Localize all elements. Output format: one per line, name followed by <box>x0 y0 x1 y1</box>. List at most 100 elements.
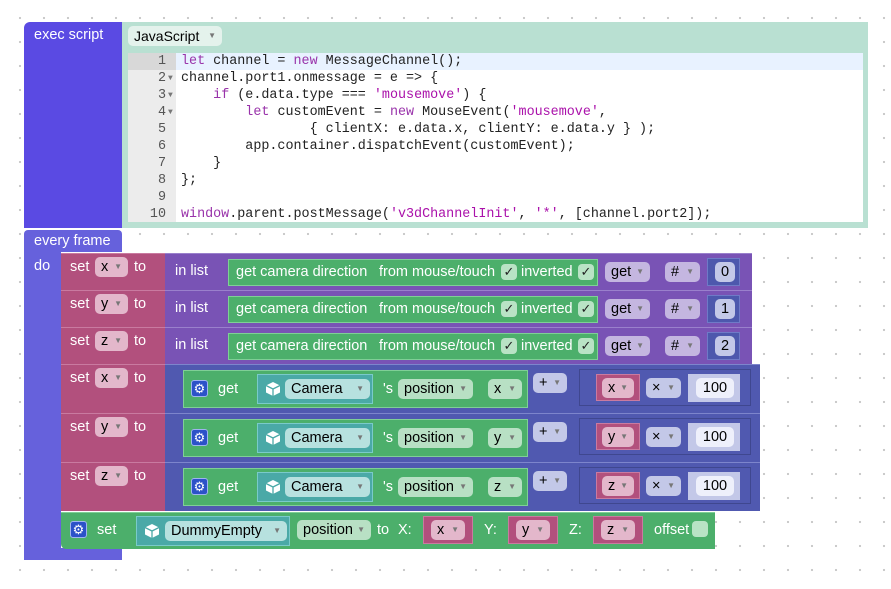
inverted-checkbox[interactable]: ✓ <box>578 338 594 354</box>
property-dropdown-value: position <box>404 430 454 446</box>
property-dropdown[interactable]: position ▼ <box>398 428 473 448</box>
variable-dropdown[interactable]: x ▼ <box>95 368 128 388</box>
index-input[interactable]: 1 <box>715 299 735 319</box>
inverted-checkbox[interactable]: ✓ <box>578 264 594 280</box>
number-input[interactable]: 100 <box>696 427 734 447</box>
line-number: 2 <box>157 71 166 86</box>
axis-dropdown[interactable]: y ▼ <box>488 428 522 448</box>
multiply-operator-dropdown-value: × <box>652 380 661 396</box>
variable-dropdown[interactable]: x ▼ <box>431 520 465 540</box>
code-line: }; <box>181 172 711 189</box>
chevron-down-icon: ▼ <box>667 383 675 392</box>
inverted-checkbox[interactable]: ✓ <box>578 301 594 317</box>
index-mode-dropdown[interactable]: # ▼ <box>665 262 700 282</box>
variable-dropdown-value: x <box>608 380 616 396</box>
operator-dropdown[interactable]: + ▼ <box>533 422 567 442</box>
inverted-label: inverted <box>521 264 573 280</box>
property-dropdown[interactable]: position ▼ <box>398 477 473 497</box>
variable-dropdown[interactable]: z ▼ <box>95 331 128 351</box>
object-dropdown[interactable]: DummyEmpty ▼ <box>165 521 287 541</box>
code-token: window <box>181 207 230 222</box>
gear-icon[interactable]: ⚙ <box>191 429 208 446</box>
every-frame-body <box>24 252 61 560</box>
variable-dropdown[interactable]: y ▼ <box>95 294 128 314</box>
variable-dropdown-value: x <box>101 370 109 386</box>
from-mouse-touch-label: from mouse/touch <box>379 264 496 280</box>
do-label: do <box>34 258 51 274</box>
fold-arrow-icon[interactable]: ▼ <box>168 87 173 104</box>
fold-arrow-icon[interactable]: ▼ <box>168 104 173 121</box>
language-dropdown[interactable]: JavaScript ▼ <box>128 26 222 46</box>
operator-dropdown[interactable]: + ▼ <box>533 373 567 393</box>
code-token: , <box>598 105 607 120</box>
line-number: 8 <box>157 173 166 188</box>
variable-dropdown[interactable]: y ▼ <box>95 417 128 437</box>
operator-dropdown-value: + <box>539 375 548 391</box>
axis-dropdown[interactable]: x ▼ <box>488 379 522 399</box>
multiply-operator-dropdown-value: × <box>652 429 661 445</box>
code-token: } <box>181 156 222 171</box>
offset-checkbox[interactable] <box>692 521 708 537</box>
index-mode-dropdown[interactable]: # ▼ <box>665 336 700 356</box>
gear-icon[interactable]: ⚙ <box>191 478 208 495</box>
object-dropdown[interactable]: Camera ▼ <box>285 428 370 448</box>
chevron-down-icon: ▼ <box>553 476 561 485</box>
list-mode-dropdown[interactable]: get ▼ <box>605 262 650 282</box>
object-dropdown[interactable]: Camera ▼ <box>285 379 370 399</box>
chevron-down-icon: ▼ <box>508 384 516 393</box>
exec-script-label: exec script <box>34 27 104 43</box>
index-input[interactable]: 0 <box>715 262 735 282</box>
chevron-down-icon: ▼ <box>114 336 122 345</box>
code-token: MouseEvent( <box>414 105 511 120</box>
chevron-down-icon: ▼ <box>620 383 628 392</box>
index-mode-dropdown[interactable]: # ▼ <box>665 299 700 319</box>
variable-dropdown[interactable]: x ▼ <box>95 257 128 277</box>
variable-dropdown[interactable]: z ▼ <box>95 466 128 486</box>
multiply-operator-dropdown[interactable]: × ▼ <box>646 427 681 447</box>
from-mouse-checkbox[interactable]: ✓ <box>501 301 517 317</box>
list-mode-dropdown[interactable]: get ▼ <box>605 336 650 356</box>
list-mode-dropdown[interactable]: get ▼ <box>605 299 650 319</box>
variable-dropdown[interactable]: y ▼ <box>516 520 550 540</box>
axis-dropdown[interactable]: z ▼ <box>488 477 522 497</box>
number-input[interactable]: 100 <box>696 476 734 496</box>
multiply-operator-dropdown[interactable]: × ▼ <box>646 476 681 496</box>
code-line: window.parent.postMessage('v3dChannelIni… <box>181 206 711 223</box>
gear-icon[interactable]: ⚙ <box>70 521 87 538</box>
index-input[interactable]: 2 <box>715 336 735 356</box>
chevron-down-icon: ▼ <box>356 433 364 442</box>
property-dropdown[interactable]: position ▼ <box>398 379 473 399</box>
in-list-label: in list <box>175 263 209 279</box>
operator-dropdown[interactable]: + ▼ <box>533 471 567 491</box>
number-input[interactable]: 100 <box>696 378 734 398</box>
from-mouse-checkbox[interactable]: ✓ <box>501 338 517 354</box>
property-dropdown[interactable]: position ▼ <box>297 520 371 540</box>
code-token: , <box>518 207 535 222</box>
variable-dropdown-value: z <box>607 522 615 538</box>
variable-dropdown[interactable]: z ▼ <box>601 520 635 540</box>
inverted-label: inverted <box>521 301 573 317</box>
exec-script-block[interactable] <box>24 22 122 228</box>
variable-dropdown[interactable]: y ▼ <box>602 427 634 447</box>
object-dropdown[interactable]: Camera ▼ <box>285 477 370 497</box>
from-mouse-touch-label: from mouse/touch <box>379 301 496 317</box>
fold-arrow-icon[interactable]: ▼ <box>168 70 173 87</box>
gear-icon[interactable]: ⚙ <box>191 380 208 397</box>
index-mode-dropdown-value: # <box>671 264 680 280</box>
chevron-down-icon: ▼ <box>114 299 122 308</box>
variable-dropdown[interactable]: x ▼ <box>602 378 634 398</box>
multiply-operator-dropdown[interactable]: × ▼ <box>646 378 681 398</box>
code-editor[interactable]: 1 2 ▼ 3 ▼ 4 ▼ 5 6 7 8 9 10 let channel = new Message… <box>128 53 863 222</box>
get-camera-direction-label: get camera direction <box>236 338 368 354</box>
operator-dropdown-value: + <box>539 424 548 440</box>
from-mouse-touch-label: from mouse/touch <box>379 338 496 354</box>
to-label: to <box>134 468 147 484</box>
to-label: to <box>134 333 147 349</box>
chevron-down-icon: ▼ <box>508 433 516 442</box>
chevron-down-icon: ▼ <box>357 525 365 534</box>
from-mouse-checkbox[interactable]: ✓ <box>501 264 517 280</box>
to-label: to <box>134 259 147 275</box>
variable-dropdown[interactable]: z ▼ <box>602 476 634 496</box>
chevron-down-icon: ▼ <box>451 525 459 534</box>
